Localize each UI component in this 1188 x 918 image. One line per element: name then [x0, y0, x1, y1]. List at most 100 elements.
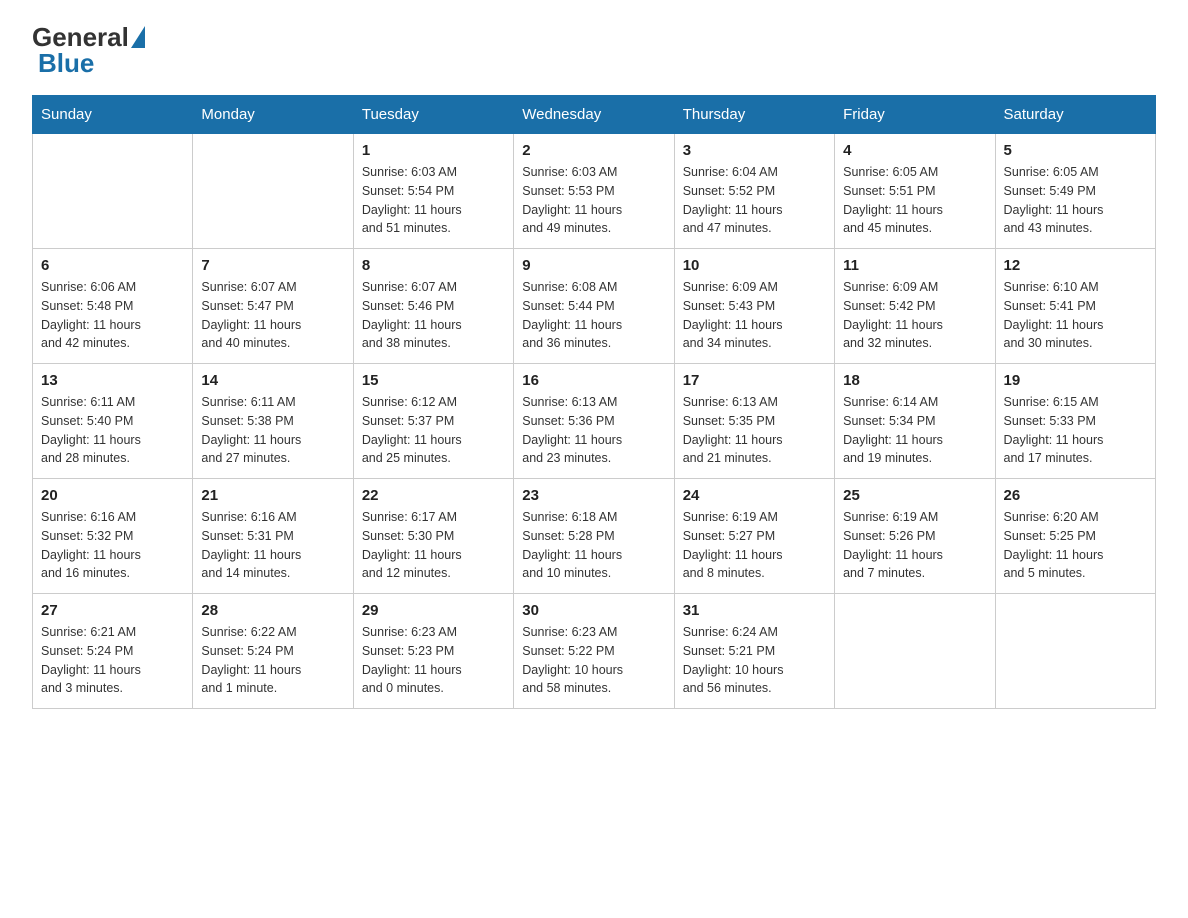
day-info: Sunrise: 6:06 AM Sunset: 5:48 PM Dayligh…: [41, 278, 184, 353]
day-info: Sunrise: 6:18 AM Sunset: 5:28 PM Dayligh…: [522, 508, 665, 583]
day-info: Sunrise: 6:05 AM Sunset: 5:49 PM Dayligh…: [1004, 163, 1147, 238]
day-number: 22: [362, 487, 505, 504]
calendar-cell: 4Sunrise: 6:05 AM Sunset: 5:51 PM Daylig…: [835, 134, 995, 249]
calendar-cell: [995, 594, 1155, 709]
day-number: 28: [201, 602, 344, 619]
day-info: Sunrise: 6:05 AM Sunset: 5:51 PM Dayligh…: [843, 163, 986, 238]
calendar-cell: 30 Sunrise: 6:23 AM Sunset: 5:22 PM Dayli…: [514, 594, 674, 709]
day-info: Sunrise: 6:19 AM Sunset: 5:26 PM Dayligh…: [843, 508, 986, 583]
day-info: Sunrise: 6:16 AM Sunset: 5:32 PM Dayligh…: [41, 508, 184, 583]
calendar-cell: 22 Sunrise: 6:17 AM Sunset: 5:30 PM Dayli…: [353, 479, 513, 594]
day-info: Sunrise: 6:11 AM Sunset: 5:38 PM Dayligh…: [201, 393, 344, 468]
day-number: 25: [843, 487, 986, 504]
weekday-header-wednesday: Wednesday: [514, 96, 674, 134]
day-number: 21: [201, 487, 344, 504]
day-info: Sunrise: 6:23 AM Sunset: 5:23 PM Dayligh…: [362, 623, 505, 698]
logo: General Blue: [32, 24, 147, 79]
calendar-cell: 25 Sunrise: 6:19 AM Sunset: 5:26 PM Dayli…: [835, 479, 995, 594]
weekday-header-thursday: Thursday: [674, 96, 834, 134]
day-info: Sunrise: 6:13 AM Sunset: 5:35 PM Dayligh…: [683, 393, 826, 468]
calendar-cell: [835, 594, 995, 709]
day-number: 3: [683, 142, 826, 159]
day-number: 5: [1004, 142, 1147, 159]
calendar-cell: 6 Sunrise: 6:06 AM Sunset: 5:48 PM Daylig…: [33, 249, 193, 364]
day-number: 13: [41, 372, 184, 389]
weekday-header-friday: Friday: [835, 96, 995, 134]
day-info: Sunrise: 6:15 AM Sunset: 5:33 PM Dayligh…: [1004, 393, 1147, 468]
calendar-cell: 21 Sunrise: 6:16 AM Sunset: 5:31 PM Dayli…: [193, 479, 353, 594]
calendar-cell: 19 Sunrise: 6:15 AM Sunset: 5:33 PM Dayli…: [995, 364, 1155, 479]
day-number: 6: [41, 257, 184, 274]
day-number: 18: [843, 372, 986, 389]
calendar-cell: 14 Sunrise: 6:11 AM Sunset: 5:38 PM Dayli…: [193, 364, 353, 479]
day-number: 12: [1004, 257, 1147, 274]
day-info: Sunrise: 6:03 AM Sunset: 5:54 PM Dayligh…: [362, 163, 505, 238]
day-number: 14: [201, 372, 344, 389]
weekday-header-monday: Monday: [193, 96, 353, 134]
calendar-cell: 20Sunrise: 6:16 AM Sunset: 5:32 PM Dayli…: [33, 479, 193, 594]
calendar-cell: 27Sunrise: 6:21 AM Sunset: 5:24 PM Dayli…: [33, 594, 193, 709]
day-number: 15: [362, 372, 505, 389]
day-info: Sunrise: 6:09 AM Sunset: 5:42 PM Dayligh…: [843, 278, 986, 353]
day-info: Sunrise: 6:03 AM Sunset: 5:53 PM Dayligh…: [522, 163, 665, 238]
calendar-cell: 5 Sunrise: 6:05 AM Sunset: 5:49 PM Daylig…: [995, 134, 1155, 249]
day-number: 16: [522, 372, 665, 389]
day-number: 23: [522, 487, 665, 504]
day-info: Sunrise: 6:19 AM Sunset: 5:27 PM Dayligh…: [683, 508, 826, 583]
calendar-cell: 8 Sunrise: 6:07 AM Sunset: 5:46 PM Daylig…: [353, 249, 513, 364]
day-info: Sunrise: 6:22 AM Sunset: 5:24 PM Dayligh…: [201, 623, 344, 698]
day-info: Sunrise: 6:13 AM Sunset: 5:36 PM Dayligh…: [522, 393, 665, 468]
day-number: 27: [41, 602, 184, 619]
day-number: 29: [362, 602, 505, 619]
day-info: Sunrise: 6:08 AM Sunset: 5:44 PM Dayligh…: [522, 278, 665, 353]
day-info: Sunrise: 6:12 AM Sunset: 5:37 PM Dayligh…: [362, 393, 505, 468]
day-number: 26: [1004, 487, 1147, 504]
day-info: Sunrise: 6:20 AM Sunset: 5:25 PM Dayligh…: [1004, 508, 1147, 583]
day-info: Sunrise: 6:17 AM Sunset: 5:30 PM Dayligh…: [362, 508, 505, 583]
header: General Blue: [32, 24, 1156, 79]
logo-blue-text: Blue: [32, 48, 94, 79]
calendar-cell: 12 Sunrise: 6:10 AM Sunset: 5:41 PM Dayli…: [995, 249, 1155, 364]
calendar-header: SundayMondayTuesdayWednesdayThursdayFrid…: [33, 96, 1156, 134]
day-info: Sunrise: 6:23 AM Sunset: 5:22 PM Dayligh…: [522, 623, 665, 698]
weekday-header-sunday: Sunday: [33, 96, 193, 134]
day-number: 11: [843, 257, 986, 274]
calendar-cell: 3 Sunrise: 6:04 AM Sunset: 5:52 PM Daylig…: [674, 134, 834, 249]
calendar-cell: 24 Sunrise: 6:19 AM Sunset: 5:27 PM Dayli…: [674, 479, 834, 594]
day-info: Sunrise: 6:11 AM Sunset: 5:40 PM Dayligh…: [41, 393, 184, 468]
calendar-body: 1 Sunrise: 6:03 AM Sunset: 5:54 PM Daylig…: [33, 134, 1156, 709]
day-info: Sunrise: 6:14 AM Sunset: 5:34 PM Dayligh…: [843, 393, 986, 468]
calendar-cell: 1 Sunrise: 6:03 AM Sunset: 5:54 PM Daylig…: [353, 134, 513, 249]
weekday-header-saturday: Saturday: [995, 96, 1155, 134]
day-info: Sunrise: 6:24 AM Sunset: 5:21 PM Dayligh…: [683, 623, 826, 698]
day-info: Sunrise: 6:04 AM Sunset: 5:52 PM Dayligh…: [683, 163, 826, 238]
calendar-cell: 2Sunrise: 6:03 AM Sunset: 5:53 PM Daylig…: [514, 134, 674, 249]
calendar-week-row: 1 Sunrise: 6:03 AM Sunset: 5:54 PM Daylig…: [33, 134, 1156, 249]
day-number: 24: [683, 487, 826, 504]
calendar-cell: 23 Sunrise: 6:18 AM Sunset: 5:28 PM Dayli…: [514, 479, 674, 594]
day-number: 30: [522, 602, 665, 619]
day-number: 9: [522, 257, 665, 274]
day-number: 10: [683, 257, 826, 274]
calendar-cell: [33, 134, 193, 249]
day-number: 17: [683, 372, 826, 389]
calendar-week-row: 6 Sunrise: 6:06 AM Sunset: 5:48 PM Daylig…: [33, 249, 1156, 364]
calendar-cell: 13 Sunrise: 6:11 AM Sunset: 5:40 PM Dayli…: [33, 364, 193, 479]
calendar-cell: 10 Sunrise: 6:09 AM Sunset: 5:43 PM Dayli…: [674, 249, 834, 364]
calendar-cell: 28 Sunrise: 6:22 AM Sunset: 5:24 PM Dayli…: [193, 594, 353, 709]
day-number: 8: [362, 257, 505, 274]
calendar-cell: 9 Sunrise: 6:08 AM Sunset: 5:44 PM Daylig…: [514, 249, 674, 364]
day-info: Sunrise: 6:07 AM Sunset: 5:47 PM Dayligh…: [201, 278, 344, 353]
day-number: 1: [362, 142, 505, 159]
calendar-cell: 29 Sunrise: 6:23 AM Sunset: 5:23 PM Dayli…: [353, 594, 513, 709]
day-info: Sunrise: 6:16 AM Sunset: 5:31 PM Dayligh…: [201, 508, 344, 583]
calendar-cell: 18 Sunrise: 6:14 AM Sunset: 5:34 PM Dayli…: [835, 364, 995, 479]
day-info: Sunrise: 6:10 AM Sunset: 5:41 PM Dayligh…: [1004, 278, 1147, 353]
calendar-week-row: 13 Sunrise: 6:11 AM Sunset: 5:40 PM Dayli…: [33, 364, 1156, 479]
day-number: 19: [1004, 372, 1147, 389]
day-info: Sunrise: 6:07 AM Sunset: 5:46 PM Dayligh…: [362, 278, 505, 353]
day-info: Sunrise: 6:09 AM Sunset: 5:43 PM Dayligh…: [683, 278, 826, 353]
logo-triangle-icon: [131, 26, 145, 48]
calendar-week-row: 27Sunrise: 6:21 AM Sunset: 5:24 PM Dayli…: [33, 594, 1156, 709]
calendar-cell: 15 Sunrise: 6:12 AM Sunset: 5:37 PM Dayli…: [353, 364, 513, 479]
